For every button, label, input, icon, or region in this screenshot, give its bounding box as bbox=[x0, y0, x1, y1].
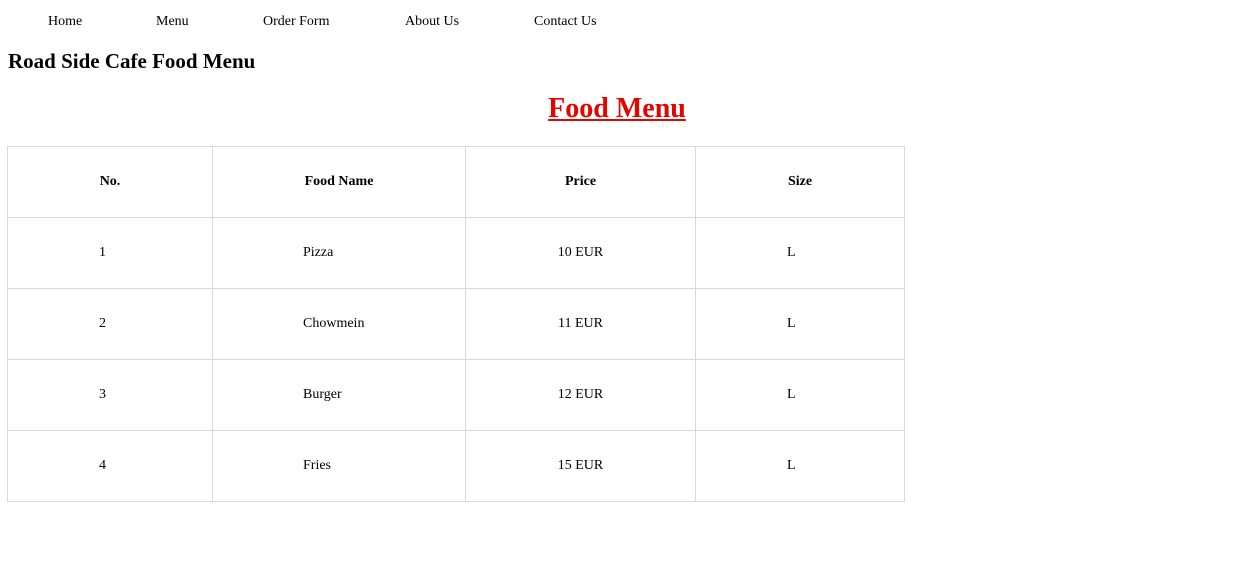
cell-no: 4 bbox=[7, 430, 213, 502]
cell-food-name: Fries bbox=[212, 430, 466, 502]
cell-size: L bbox=[695, 217, 905, 289]
cell-size: L bbox=[695, 430, 905, 502]
cell-food-name: Burger bbox=[212, 359, 466, 431]
nav-link-menu[interactable]: Menu bbox=[156, 13, 189, 31]
food-menu-table: No. Food Name Price Size 1 Pizza 10 EUR … bbox=[7, 146, 905, 502]
cell-no: 1 bbox=[7, 217, 213, 289]
menu-heading: Food Menu bbox=[548, 93, 686, 124]
cell-price: 10 EUR bbox=[465, 217, 696, 289]
column-header-size: Size bbox=[695, 146, 905, 218]
cell-size: L bbox=[695, 288, 905, 360]
cell-food-name: Chowmein bbox=[212, 288, 466, 360]
cell-food-name: Pizza bbox=[212, 217, 466, 289]
cell-price: 12 EUR bbox=[465, 359, 696, 431]
top-nav: Home Menu Order Form About Us Contact Us bbox=[0, 13, 700, 33]
cell-no: 2 bbox=[7, 288, 213, 360]
cell-no: 3 bbox=[7, 359, 213, 431]
nav-link-about-us[interactable]: About Us bbox=[405, 13, 459, 31]
site-title: Road Side Cafe Food Menu bbox=[8, 49, 256, 73]
column-header-food-name: Food Name bbox=[212, 146, 466, 218]
cell-price: 15 EUR bbox=[465, 430, 696, 502]
cell-price: 11 EUR bbox=[465, 288, 696, 360]
cell-size: L bbox=[695, 359, 905, 431]
table-row: 3 Burger 12 EUR L bbox=[7, 359, 905, 431]
table-row: 2 Chowmein 11 EUR L bbox=[7, 288, 905, 360]
nav-link-contact-us[interactable]: Contact Us bbox=[534, 13, 597, 31]
nav-link-home[interactable]: Home bbox=[48, 13, 82, 31]
table-row: 1 Pizza 10 EUR L bbox=[7, 217, 905, 289]
table-header-row: No. Food Name Price Size bbox=[7, 146, 905, 218]
nav-link-order-form[interactable]: Order Form bbox=[263, 13, 330, 31]
table-row: 4 Fries 15 EUR L bbox=[7, 430, 905, 502]
column-header-price: Price bbox=[465, 146, 696, 218]
column-header-no: No. bbox=[7, 146, 213, 218]
